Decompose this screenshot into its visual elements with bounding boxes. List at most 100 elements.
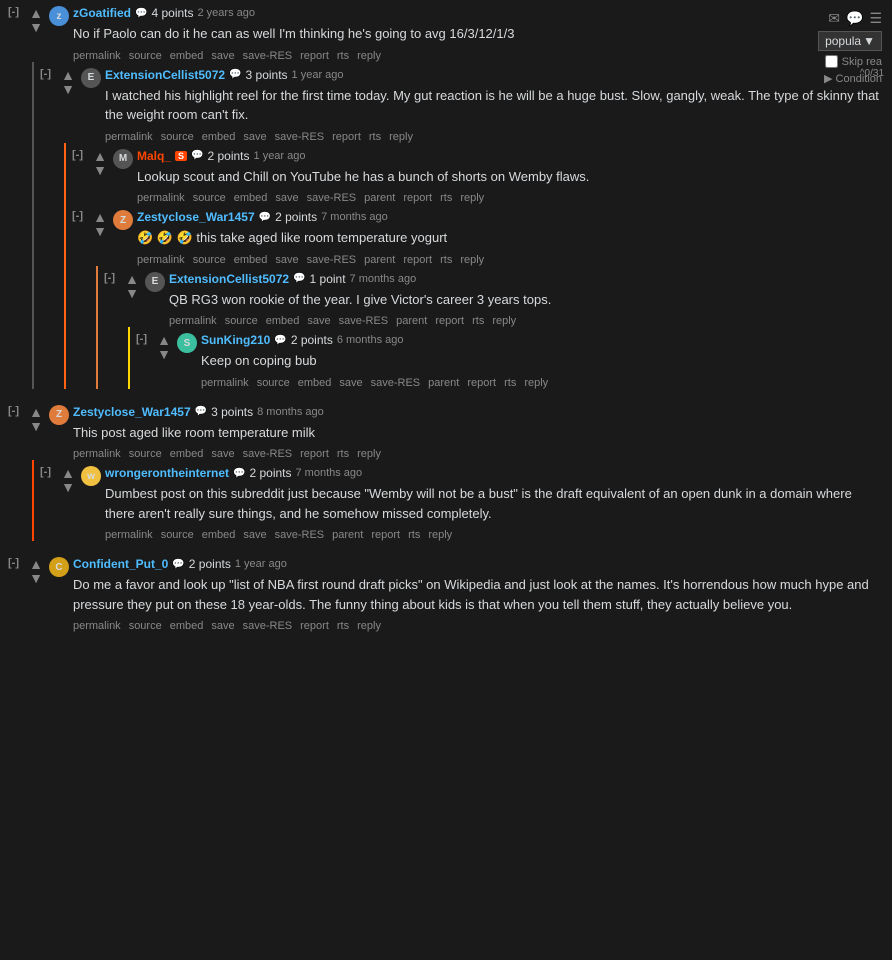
- reply-link[interactable]: reply: [428, 529, 452, 541]
- save-link[interactable]: save: [243, 529, 266, 541]
- report-link[interactable]: report: [467, 377, 496, 389]
- collapse-btn[interactable]: [-]: [8, 557, 19, 569]
- embed-link[interactable]: embed: [234, 192, 268, 204]
- vote-up[interactable]: ▲: [93, 149, 107, 163]
- menu-icon[interactable]: ☰: [869, 10, 882, 27]
- save-link[interactable]: save: [275, 254, 298, 266]
- collapse-btn[interactable]: [-]: [72, 210, 83, 222]
- save-res-link[interactable]: save-RES: [307, 254, 357, 266]
- rts-link[interactable]: rts: [337, 50, 349, 62]
- permalink-link[interactable]: permalink: [137, 192, 185, 204]
- vote-up[interactable]: ▲: [61, 68, 75, 82]
- rts-link[interactable]: rts: [337, 620, 349, 632]
- save-res-link[interactable]: save-RES: [243, 448, 293, 460]
- reply-link[interactable]: reply: [357, 50, 381, 62]
- rts-link[interactable]: rts: [504, 377, 516, 389]
- username[interactable]: Confident_Put_0: [73, 557, 168, 571]
- vote-down[interactable]: ▼: [61, 480, 75, 494]
- save-link[interactable]: save: [243, 131, 266, 143]
- embed-link[interactable]: embed: [170, 50, 204, 62]
- rts-link[interactable]: rts: [337, 448, 349, 460]
- username[interactable]: Zestyclose_War1457: [73, 405, 191, 419]
- collapse-btn[interactable]: [-]: [136, 333, 147, 345]
- permalink-link[interactable]: permalink: [201, 377, 249, 389]
- embed-link[interactable]: embed: [202, 131, 236, 143]
- embed-link[interactable]: embed: [202, 529, 236, 541]
- rts-link[interactable]: rts: [440, 254, 452, 266]
- source-link[interactable]: source: [129, 50, 162, 62]
- rts-link[interactable]: rts: [369, 131, 381, 143]
- username[interactable]: Malq_: [137, 149, 171, 163]
- collapse-btn[interactable]: [-]: [40, 68, 51, 80]
- permalink-link[interactable]: permalink: [105, 529, 153, 541]
- username[interactable]: ExtensionCellist5072: [105, 68, 225, 82]
- save-res-link[interactable]: save-RES: [339, 315, 389, 327]
- vote-down[interactable]: ▼: [93, 163, 107, 177]
- report-link[interactable]: report: [300, 620, 329, 632]
- reply-link[interactable]: reply: [460, 192, 484, 204]
- embed-link[interactable]: embed: [298, 377, 332, 389]
- permalink-link[interactable]: permalink: [73, 50, 121, 62]
- parent-link[interactable]: parent: [364, 192, 395, 204]
- vote-down[interactable]: ▼: [29, 419, 43, 433]
- source-link[interactable]: source: [161, 529, 194, 541]
- vote-up[interactable]: ▲: [29, 6, 43, 20]
- report-link[interactable]: report: [300, 50, 329, 62]
- report-link[interactable]: report: [403, 192, 432, 204]
- save-link[interactable]: save: [339, 377, 362, 389]
- source-link[interactable]: source: [225, 315, 258, 327]
- embed-link[interactable]: embed: [266, 315, 300, 327]
- comment-icon[interactable]: 💬: [846, 10, 863, 27]
- embed-link[interactable]: embed: [234, 254, 268, 266]
- save-link[interactable]: save: [275, 192, 298, 204]
- save-res-link[interactable]: save-RES: [275, 131, 325, 143]
- skip-checkbox[interactable]: [825, 55, 838, 68]
- rts-link[interactable]: rts: [440, 192, 452, 204]
- parent-link[interactable]: parent: [332, 529, 363, 541]
- mail-icon[interactable]: ✉: [828, 10, 840, 27]
- vote-up[interactable]: ▲: [29, 557, 43, 571]
- save-res-link[interactable]: save-RES: [243, 50, 293, 62]
- permalink-link[interactable]: permalink: [169, 315, 217, 327]
- permalink-link[interactable]: permalink: [105, 131, 153, 143]
- source-link[interactable]: source: [193, 192, 226, 204]
- vote-up[interactable]: ▲: [61, 466, 75, 480]
- source-link[interactable]: source: [193, 254, 226, 266]
- permalink-link[interactable]: permalink: [73, 448, 121, 460]
- username[interactable]: Zestyclose_War1457: [137, 210, 255, 224]
- vote-up[interactable]: ▲: [125, 272, 139, 286]
- vote-down[interactable]: ▼: [125, 286, 139, 300]
- reply-link[interactable]: reply: [357, 620, 381, 632]
- source-link[interactable]: source: [129, 448, 162, 460]
- save-res-link[interactable]: save-RES: [275, 529, 325, 541]
- collapse-btn[interactable]: [-]: [72, 149, 83, 161]
- vote-down[interactable]: ▼: [29, 571, 43, 585]
- permalink-link[interactable]: permalink: [137, 254, 185, 266]
- vote-up[interactable]: ▲: [29, 405, 43, 419]
- save-res-link[interactable]: save-RES: [307, 192, 357, 204]
- vote-up[interactable]: ▲: [93, 210, 107, 224]
- username[interactable]: SunKing210: [201, 333, 270, 347]
- permalink-link[interactable]: permalink: [73, 620, 121, 632]
- parent-link[interactable]: parent: [428, 377, 459, 389]
- username[interactable]: wrongerontheinternet: [105, 466, 229, 480]
- collapse-btn[interactable]: [-]: [104, 272, 115, 284]
- username[interactable]: ExtensionCellist5072: [169, 272, 289, 286]
- vote-down[interactable]: ▼: [157, 347, 171, 361]
- vote-down[interactable]: ▼: [29, 20, 43, 34]
- save-link[interactable]: save: [211, 620, 234, 632]
- source-link[interactable]: source: [161, 131, 194, 143]
- reply-link[interactable]: reply: [389, 131, 413, 143]
- rts-link[interactable]: rts: [408, 529, 420, 541]
- save-link[interactable]: save: [307, 315, 330, 327]
- reply-link[interactable]: reply: [357, 448, 381, 460]
- parent-link[interactable]: parent: [364, 254, 395, 266]
- collapse-btn[interactable]: [-]: [8, 6, 19, 18]
- report-link[interactable]: report: [403, 254, 432, 266]
- reply-link[interactable]: reply: [460, 254, 484, 266]
- source-link[interactable]: source: [129, 620, 162, 632]
- report-link[interactable]: report: [300, 448, 329, 460]
- vote-down[interactable]: ▼: [61, 82, 75, 96]
- sort-dropdown[interactable]: popula ▼: [818, 31, 882, 51]
- vote-down[interactable]: ▼: [93, 224, 107, 238]
